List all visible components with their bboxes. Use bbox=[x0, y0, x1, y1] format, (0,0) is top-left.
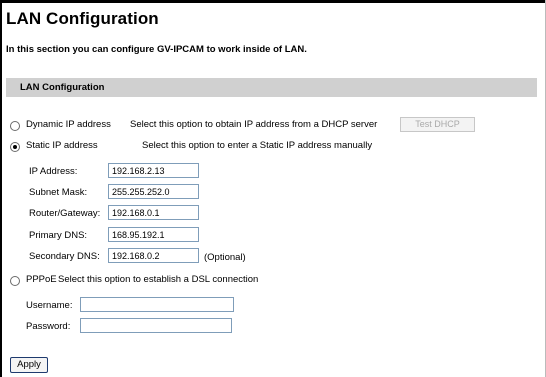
test-dhcp-button[interactable]: Test DHCP bbox=[400, 117, 475, 132]
pppoe-radio[interactable] bbox=[10, 276, 20, 286]
ip-address-input[interactable] bbox=[108, 163, 199, 178]
static-ip-radio[interactable] bbox=[10, 142, 20, 152]
dynamic-ip-label: Dynamic IP address bbox=[26, 119, 111, 130]
password-input[interactable] bbox=[80, 318, 232, 333]
page-intro: In this section you can configure GV-IPC… bbox=[6, 44, 307, 55]
subnet-mask-label: Subnet Mask: bbox=[29, 187, 88, 198]
dynamic-ip-radio[interactable] bbox=[10, 121, 20, 131]
pppoe-description: Select this option to establish a DSL co… bbox=[58, 274, 259, 285]
static-ip-description: Select this option to enter a Static IP … bbox=[142, 140, 373, 151]
username-label: Username: bbox=[26, 300, 73, 311]
password-label: Password: bbox=[26, 321, 71, 332]
pppoe-label: PPPoE bbox=[26, 274, 57, 285]
window-top-border bbox=[0, 0, 546, 3]
optional-note: (Optional) bbox=[204, 252, 246, 263]
username-input[interactable] bbox=[80, 297, 234, 312]
window-left-border bbox=[0, 0, 2, 377]
apply-button[interactable]: Apply bbox=[10, 357, 48, 373]
section-title: LAN Configuration bbox=[20, 82, 105, 93]
secondary-dns-label: Secondary DNS: bbox=[29, 251, 100, 262]
ip-address-label: IP Address: bbox=[29, 166, 78, 177]
primary-dns-input[interactable] bbox=[108, 227, 199, 242]
dynamic-ip-description: Select this option to obtain IP address … bbox=[130, 119, 378, 130]
page-title: LAN Configuration bbox=[6, 9, 159, 28]
secondary-dns-input[interactable] bbox=[108, 248, 199, 263]
router-gateway-input[interactable] bbox=[108, 205, 199, 220]
subnet-mask-input[interactable] bbox=[108, 184, 199, 199]
router-gateway-label: Router/Gateway: bbox=[29, 208, 101, 219]
section-header: LAN Configuration bbox=[6, 78, 537, 97]
primary-dns-label: Primary DNS: bbox=[29, 230, 88, 241]
static-ip-label: Static IP address bbox=[26, 140, 98, 151]
